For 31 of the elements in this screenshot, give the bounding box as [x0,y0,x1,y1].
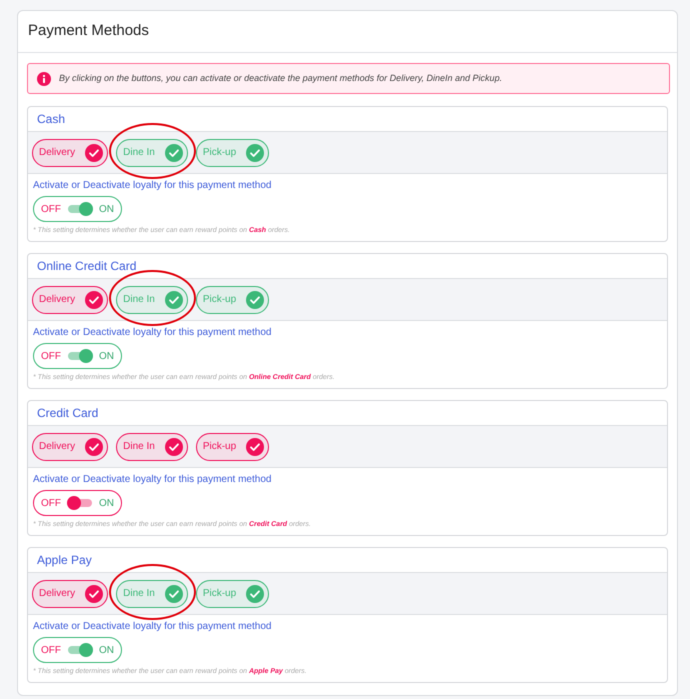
service-toggle-button[interactable]: Pick-up [196,138,270,166]
service-toggle-button[interactable]: Dine In [116,138,188,166]
service-toggle-button[interactable]: Dine In [116,286,188,314]
loyalty-label: Activate or Deactivate loyalty for this payment method [33,179,272,193]
payment-method-title: Credit Card [37,405,98,422]
service-toggle-button[interactable]: Pick-up [196,580,270,608]
service-toggle-button[interactable]: Dine In [116,580,188,608]
payment-method-title: Online Credit Card [37,258,136,275]
service-toggle-button[interactable]: Pick-up [196,432,270,460]
toggle-icon [67,202,93,216]
payment-method-title: Cash [37,111,66,128]
toggle-icon [67,349,93,363]
toggle-icon [67,496,93,510]
loyalty-label: Activate or Deactivate loyalty for this payment method [33,620,272,634]
loyalty-switch[interactable]: OFF ON [33,196,122,222]
payment-method-title: Apple Pay [37,552,92,569]
loyalty-switch[interactable]: OFF ON [33,343,122,369]
loyalty-label: Activate or Deactivate loyalty for this payment method [33,473,272,487]
loyalty-switch[interactable]: OFF ON [33,637,122,663]
service-toggle-button[interactable]: Delivery [32,286,108,314]
alert-text: By clicking on the buttons, you can activate or deactivate the payment methods for Delivery, DineIn and Pickup. [59,72,502,85]
loyalty-label: Activate or Deactivate loyalty for this payment method [33,326,272,340]
service-toggle-button[interactable]: Pick-up [196,286,270,314]
service-toggle-button[interactable]: Delivery [32,138,108,166]
service-toggle-button[interactable]: Dine In [116,432,188,460]
panel-title: Payment Methods [28,21,149,42]
service-toggle-button[interactable]: Delivery [32,432,108,460]
info-icon [37,72,51,86]
toggle-icon [67,643,93,657]
service-toggle-button[interactable]: Delivery [32,580,108,608]
loyalty-switch[interactable]: OFF ON [33,490,122,516]
